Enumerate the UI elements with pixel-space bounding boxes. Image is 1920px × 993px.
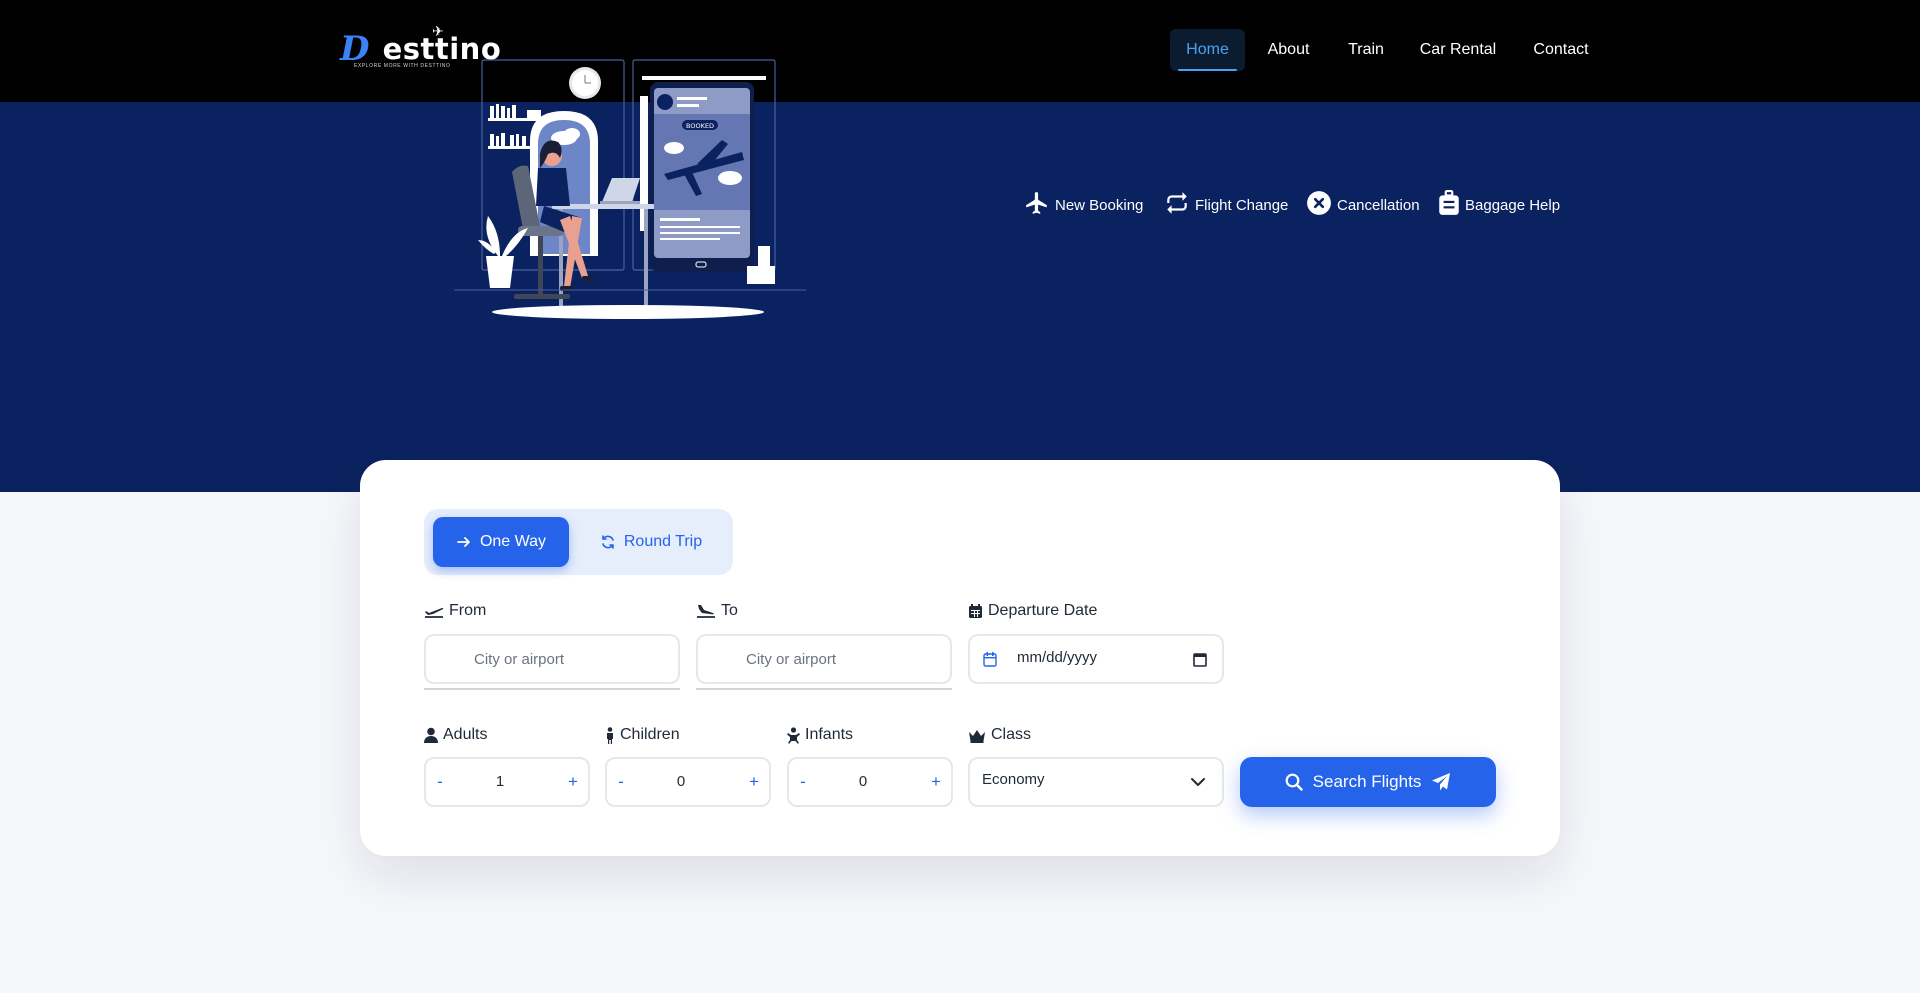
adults-value[interactable]: 1 bbox=[460, 770, 540, 794]
adults-decrement[interactable]: - bbox=[430, 770, 450, 794]
departure-label: Departure Date bbox=[968, 601, 1097, 621]
infants-label: Infants bbox=[787, 725, 853, 745]
logo-plane-icon: ✈ bbox=[432, 23, 444, 39]
search-flights-label: Search Flights bbox=[1312, 772, 1422, 791]
child-icon bbox=[607, 726, 613, 744]
plane-icon bbox=[1024, 190, 1050, 220]
paper-plane-icon bbox=[1432, 773, 1451, 791]
class-label: Class bbox=[968, 725, 1031, 745]
service-flight-change[interactable]: Flight Change bbox=[1164, 190, 1288, 220]
navbar: D Desttino ✈ EXPLORE MORE WITH DESTTINO bbox=[0, 0, 1920, 102]
search-flights-button[interactable]: Search Flights bbox=[1240, 757, 1496, 807]
user-icon bbox=[424, 727, 438, 743]
children-decrement[interactable]: - bbox=[611, 770, 631, 794]
to-label: To bbox=[696, 601, 738, 621]
to-input[interactable] bbox=[696, 634, 952, 684]
infants-value[interactable]: 0 bbox=[823, 770, 903, 794]
service-flight-change-label: Flight Change bbox=[1195, 196, 1289, 214]
chevron-down-icon bbox=[1191, 778, 1205, 786]
from-label: From bbox=[424, 601, 486, 621]
from-input-underline bbox=[424, 688, 680, 690]
crown-icon bbox=[969, 729, 985, 743]
service-new-booking-label: New Booking bbox=[1055, 196, 1144, 214]
logo-tagline: EXPLORE MORE WITH DESTTINO bbox=[354, 63, 451, 69]
service-cancellation[interactable]: Cancellation bbox=[1306, 190, 1420, 220]
nav-home[interactable]: Home bbox=[1170, 29, 1245, 71]
cancel-circle-icon bbox=[1306, 190, 1332, 220]
plane-departure-icon bbox=[425, 607, 444, 618]
suitcase-icon bbox=[1438, 190, 1460, 220]
round-trip-label: Round Trip bbox=[623, 533, 703, 550]
to-input-underline bbox=[696, 688, 952, 690]
nav-train[interactable]: Train bbox=[1341, 29, 1391, 71]
hero-illustration: → BOOKED bbox=[454, 59, 806, 319]
nav-contact[interactable]: Contact bbox=[1525, 29, 1597, 71]
nav-about[interactable]: About bbox=[1256, 29, 1321, 71]
svg-text:→: → bbox=[701, 74, 707, 82]
search-icon bbox=[1285, 773, 1303, 791]
sync-icon bbox=[602, 535, 614, 549]
arrow-right-icon bbox=[457, 537, 470, 547]
departure-date-placeholder: mm/dd/yyyy bbox=[1017, 649, 1098, 666]
repeat-icon bbox=[1164, 190, 1190, 220]
adults-increment[interactable]: + bbox=[563, 770, 583, 794]
adults-label: Adults bbox=[424, 725, 487, 745]
infants-decrement[interactable]: - bbox=[793, 770, 813, 794]
one-way-button[interactable]: One Way bbox=[433, 517, 569, 567]
hero-section bbox=[0, 102, 1920, 492]
service-new-booking[interactable]: New Booking bbox=[1024, 190, 1143, 220]
date-picker-icon[interactable] bbox=[1193, 652, 1207, 667]
infants-increment[interactable]: + bbox=[926, 770, 946, 794]
date-field-calendar-icon bbox=[983, 652, 997, 667]
nav-car-rental[interactable]: Car Rental bbox=[1416, 29, 1500, 71]
calendar-icon bbox=[969, 604, 982, 618]
service-baggage-help[interactable]: Baggage Help bbox=[1438, 190, 1560, 220]
service-cancellation-label: Cancellation bbox=[1337, 196, 1420, 214]
class-selected-value: Economy bbox=[982, 771, 1045, 788]
children-label: Children bbox=[605, 725, 680, 745]
children-value[interactable]: 0 bbox=[641, 770, 721, 794]
one-way-label: One Way bbox=[479, 533, 547, 550]
from-input[interactable] bbox=[424, 634, 680, 684]
service-baggage-help-label: Baggage Help bbox=[1465, 196, 1561, 214]
round-trip-button[interactable]: Round Trip bbox=[583, 517, 719, 567]
booked-badge: BOOKED bbox=[686, 122, 714, 130]
children-increment[interactable]: + bbox=[744, 770, 764, 794]
plane-arrival-icon bbox=[697, 605, 715, 618]
baby-icon bbox=[787, 726, 800, 744]
